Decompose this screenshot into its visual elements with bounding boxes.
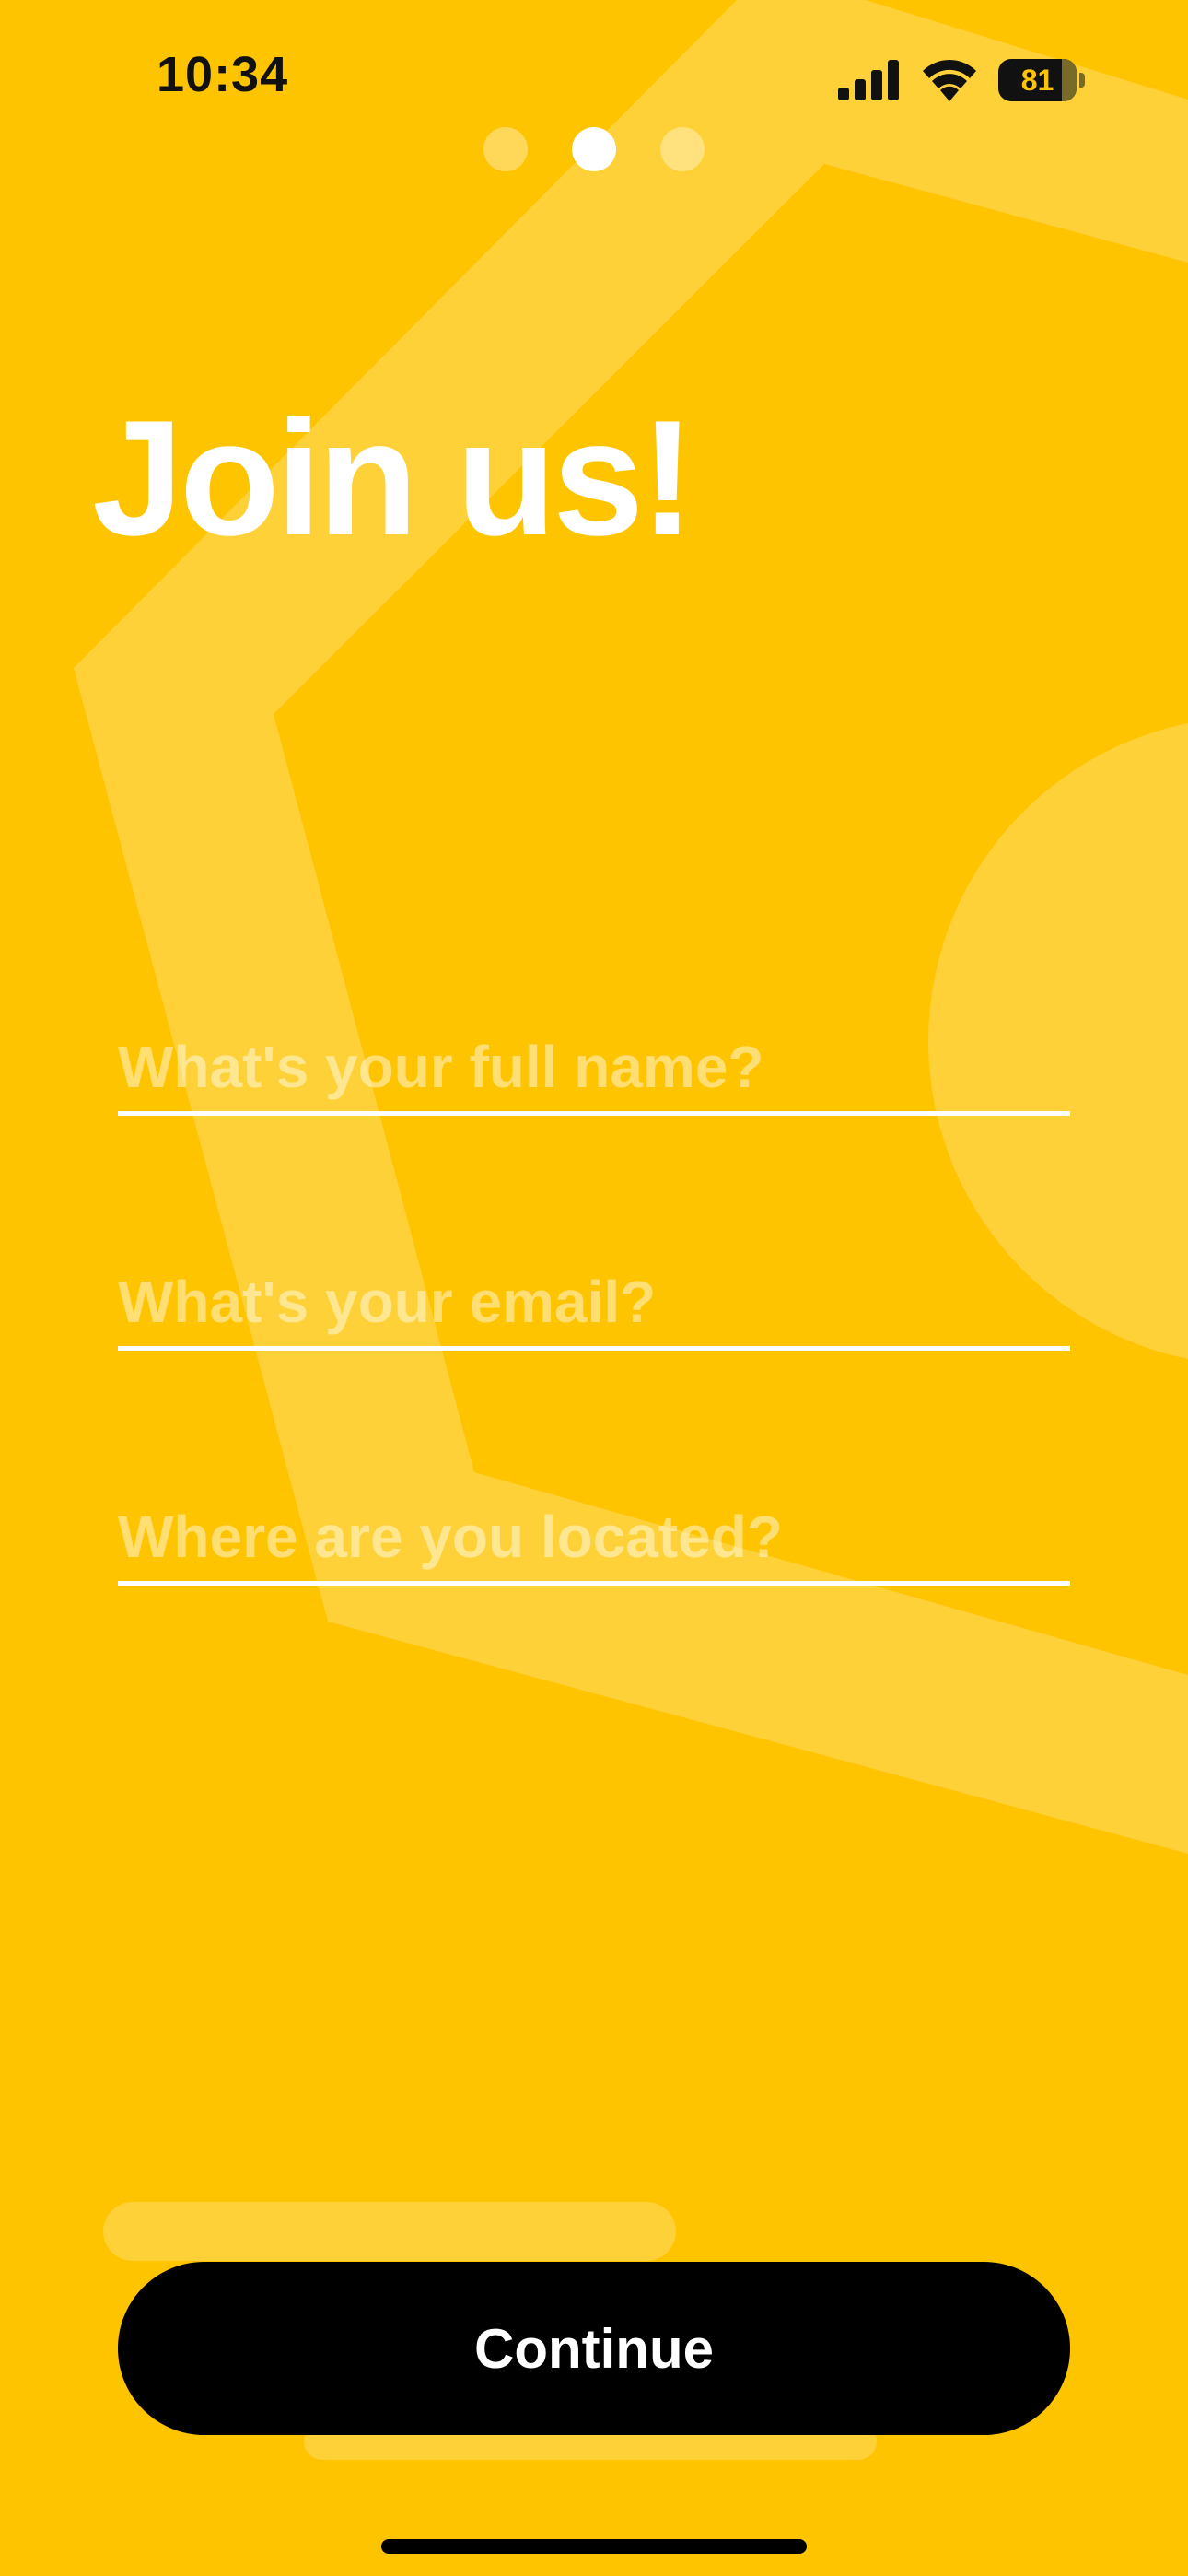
wifi-icon [923,59,976,101]
decorative-pill-top [103,2202,676,2261]
battery-level: 81 [1020,63,1054,97]
location-input[interactable] [118,1493,1070,1586]
full-name-input[interactable] [118,1023,1070,1116]
home-indicator[interactable] [381,2539,807,2554]
battery-body: 81 [998,59,1077,101]
page-dot-2-active[interactable] [572,127,616,171]
page-dot-1[interactable] [483,127,528,171]
cellular-signal-icon [838,60,899,100]
status-bar-icons: 81 [838,57,1085,103]
page-dot-3[interactable] [660,127,705,171]
status-bar-time: 10:34 [157,47,289,102]
page-indicator [0,127,1188,171]
continue-button[interactable]: Continue [118,2262,1070,2435]
email-input[interactable] [118,1258,1070,1351]
battery-cap [1079,73,1085,88]
signup-screen: 10:34 81 Join us! Continue [0,0,1188,2576]
battery-icon: 81 [998,59,1085,101]
page-title: Join us! [92,386,694,569]
